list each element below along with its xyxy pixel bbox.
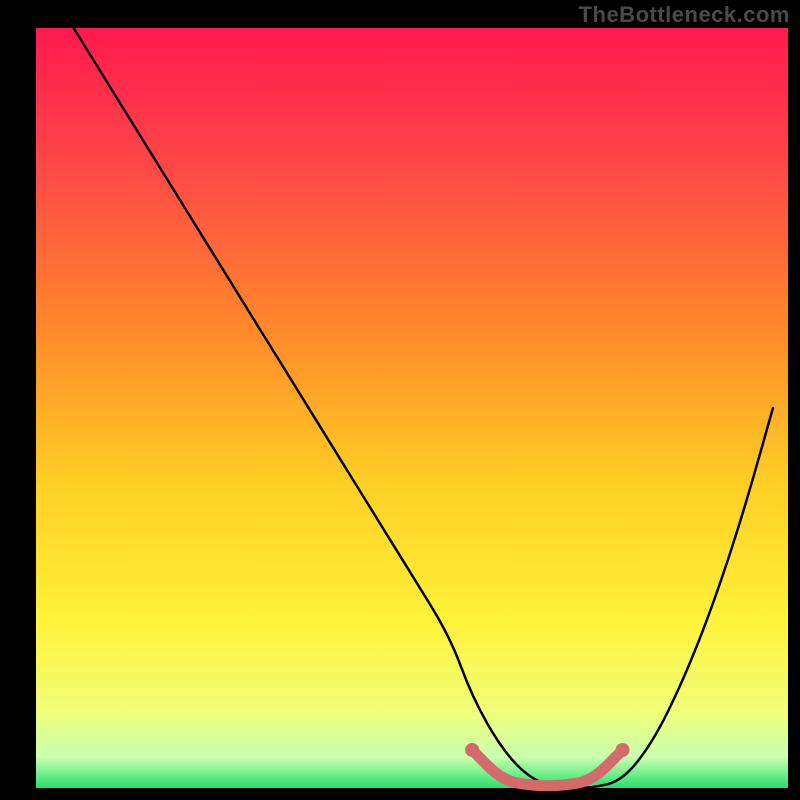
highlight-end-marker: [616, 743, 630, 757]
highlight-start-marker: [465, 743, 479, 757]
plot-background: [36, 28, 788, 788]
watermark-text: TheBottleneck.com: [579, 2, 790, 28]
bottleneck-chart: [0, 0, 800, 800]
chart-stage: TheBottleneck.com: [0, 0, 800, 800]
